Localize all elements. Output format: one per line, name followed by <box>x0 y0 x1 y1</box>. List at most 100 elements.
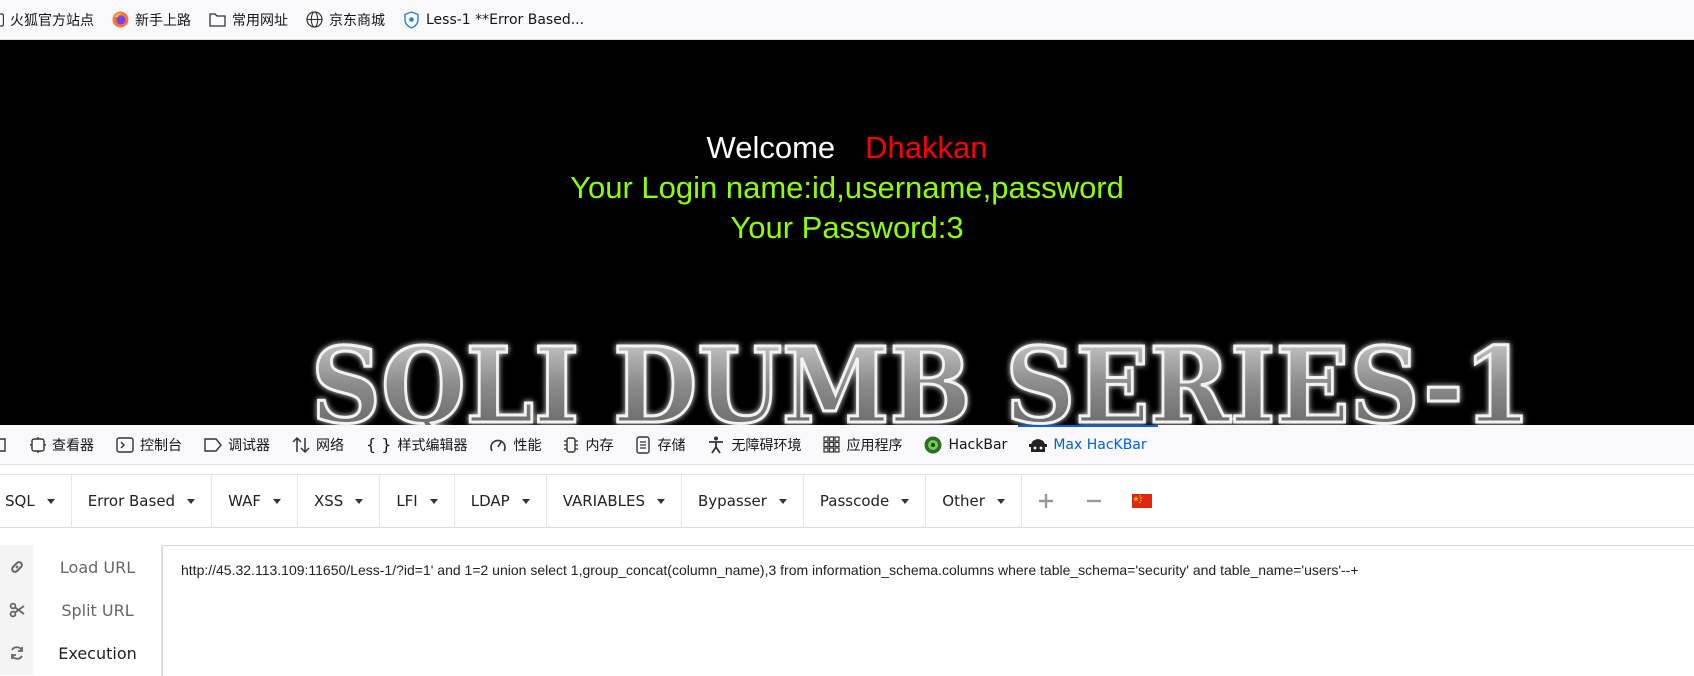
menu-sql[interactable]: SQL <box>0 474 72 528</box>
tab-label: HackBar <box>948 436 1008 453</box>
load-url-button[interactable]: Load URL <box>0 545 162 589</box>
menu-ldap[interactable]: LDAP <box>455 474 547 528</box>
folder-icon <box>209 13 226 27</box>
scissors-icon <box>0 588 33 632</box>
caret-down-icon <box>429 498 438 504</box>
tab-performance[interactable]: 性能 <box>478 425 552 465</box>
inspector-icon <box>30 436 46 453</box>
tab-label: Max HacKBar <box>1053 436 1147 453</box>
menu-waf[interactable]: WAF <box>212 474 298 528</box>
debugger-icon <box>204 437 222 452</box>
tab-label: 性能 <box>513 437 542 454</box>
menu-label: LDAP <box>470 492 510 510</box>
tab-console[interactable]: 控制台 <box>105 425 193 465</box>
max-hackbar-icon <box>1029 438 1048 452</box>
hackbar-body: Load URL Split URL Execution http://45.3… <box>0 528 1694 676</box>
page-content: Welcome Dhakkan Your Login name:id,userna… <box>0 40 1694 425</box>
style-editor-icon: { } <box>366 435 392 454</box>
menu-error-based[interactable]: Error Based <box>72 474 213 528</box>
bookmark-label: 京东商城 <box>329 12 385 29</box>
firefox-icon <box>112 11 129 28</box>
link-icon <box>0 545 33 589</box>
tab-label: 无障碍环境 <box>731 437 802 454</box>
minus-icon <box>1086 499 1101 503</box>
refresh-icon <box>0 631 33 675</box>
network-icon <box>292 436 310 453</box>
tab-label: 调试器 <box>228 437 270 454</box>
menu-label: WAF <box>228 492 261 510</box>
caret-down-icon <box>996 498 1005 504</box>
devtools-toolbar: 查看器 控制台 调试器 网络 { } 样式编辑器 性能 内存 存储 无障碍环境 … <box>0 424 1694 465</box>
bookmark-label: 常用网址 <box>232 12 288 29</box>
menu-label: VARIABLES <box>562 492 646 510</box>
tab-accessibility[interactable]: 无障碍环境 <box>696 425 812 465</box>
shield-icon <box>404 10 419 29</box>
caret-down-icon <box>46 498 55 504</box>
menu-variables[interactable]: VARIABLES <box>547 474 683 528</box>
pick-element-icon <box>0 437 6 452</box>
tab-max-hackbar[interactable]: Max HacKBar <box>1018 424 1158 465</box>
accessibility-icon <box>709 436 724 453</box>
series-banner: SQLI DUMB SERIES-1 <box>310 330 1533 425</box>
caret-down-icon <box>272 498 281 504</box>
caret-down-icon <box>355 498 364 504</box>
menu-label: Bypasser <box>698 492 767 510</box>
caret-down-icon <box>901 498 910 504</box>
bookmark-icon <box>0 12 4 27</box>
console-icon <box>116 436 134 453</box>
zoom-out-button[interactable] <box>1070 474 1118 528</box>
bookmark-label: 新手上路 <box>135 12 191 29</box>
execution-label: Execution <box>58 643 137 663</box>
tab-debugger[interactable]: 调试器 <box>193 425 281 465</box>
username-text: Dhakkan <box>865 130 988 165</box>
caret-down-icon <box>657 498 666 504</box>
tab-application[interactable]: 应用程序 <box>812 425 913 465</box>
tab-inspector[interactable]: 查看器 <box>19 425 105 465</box>
bookmark-item[interactable]: 常用网址 <box>209 10 288 30</box>
load-url-label: Load URL <box>59 557 136 577</box>
tab-memory[interactable]: 内存 <box>552 425 624 465</box>
menu-label: Error Based <box>87 492 176 510</box>
menu-passcode[interactable]: Passcode <box>804 474 927 528</box>
china-flag-icon <box>1131 494 1152 508</box>
devtools-pick-element[interactable] <box>0 425 19 465</box>
menu-other[interactable]: Other <box>926 474 1022 528</box>
memory-icon <box>564 436 579 453</box>
application-icon <box>823 436 841 453</box>
menu-label: Passcode <box>819 492 890 510</box>
tab-label: 样式编辑器 <box>397 437 468 454</box>
welcome-text: Welcome <box>706 130 836 165</box>
bookmark-item[interactable]: 火狐官方站点 <box>0 10 94 30</box>
caret-down-icon <box>187 498 196 504</box>
tab-hackbar[interactable]: HackBar <box>913 425 1018 465</box>
tab-label: 网络 <box>316 437 344 454</box>
menu-xss[interactable]: XSS <box>298 474 381 528</box>
tab-label: 查看器 <box>52 437 94 454</box>
execution-button[interactable]: Execution <box>0 631 162 675</box>
bookmark-item[interactable]: 京东商城 <box>306 10 385 30</box>
menu-label: SQL <box>5 492 35 510</box>
tab-network[interactable]: 网络 <box>281 425 355 465</box>
bookmark-item[interactable]: Less-1 **Error Based... <box>403 10 585 29</box>
bookmark-item[interactable]: 新手上路 <box>112 10 191 30</box>
caret-down-icon <box>778 498 787 504</box>
url-textarea[interactable]: http://45.32.113.109:11650/Less-1/?id=1'… <box>162 545 1694 676</box>
split-url-button[interactable]: Split URL <box>0 588 162 632</box>
bookmark-label: 火狐官方站点 <box>10 12 94 29</box>
zoom-in-button[interactable] <box>1022 474 1070 528</box>
login-name-text: Your Login name:id,username,password <box>570 170 1124 205</box>
plus-icon <box>1038 494 1053 508</box>
hackbar-menu: SQL Error Based WAF XSS LFI LDAP VARIABL… <box>0 474 1694 528</box>
bookmark-label: Less-1 **Error Based... <box>426 11 585 28</box>
language-button[interactable] <box>1118 474 1166 528</box>
tab-storage[interactable]: 存储 <box>624 425 696 465</box>
tab-label: 存储 <box>657 437 686 454</box>
hackbar-icon <box>924 436 942 453</box>
banner-text: SQLI DUMB SERIES-1 <box>311 330 1531 425</box>
menu-label: Other <box>942 492 985 510</box>
menu-bypasser[interactable]: Bypasser <box>682 474 804 528</box>
tab-style-editor[interactable]: { } 样式编辑器 <box>355 425 478 465</box>
menu-lfi[interactable]: LFI <box>380 474 455 528</box>
tab-label: 应用程序 <box>846 437 903 454</box>
caret-down-icon <box>521 498 530 504</box>
